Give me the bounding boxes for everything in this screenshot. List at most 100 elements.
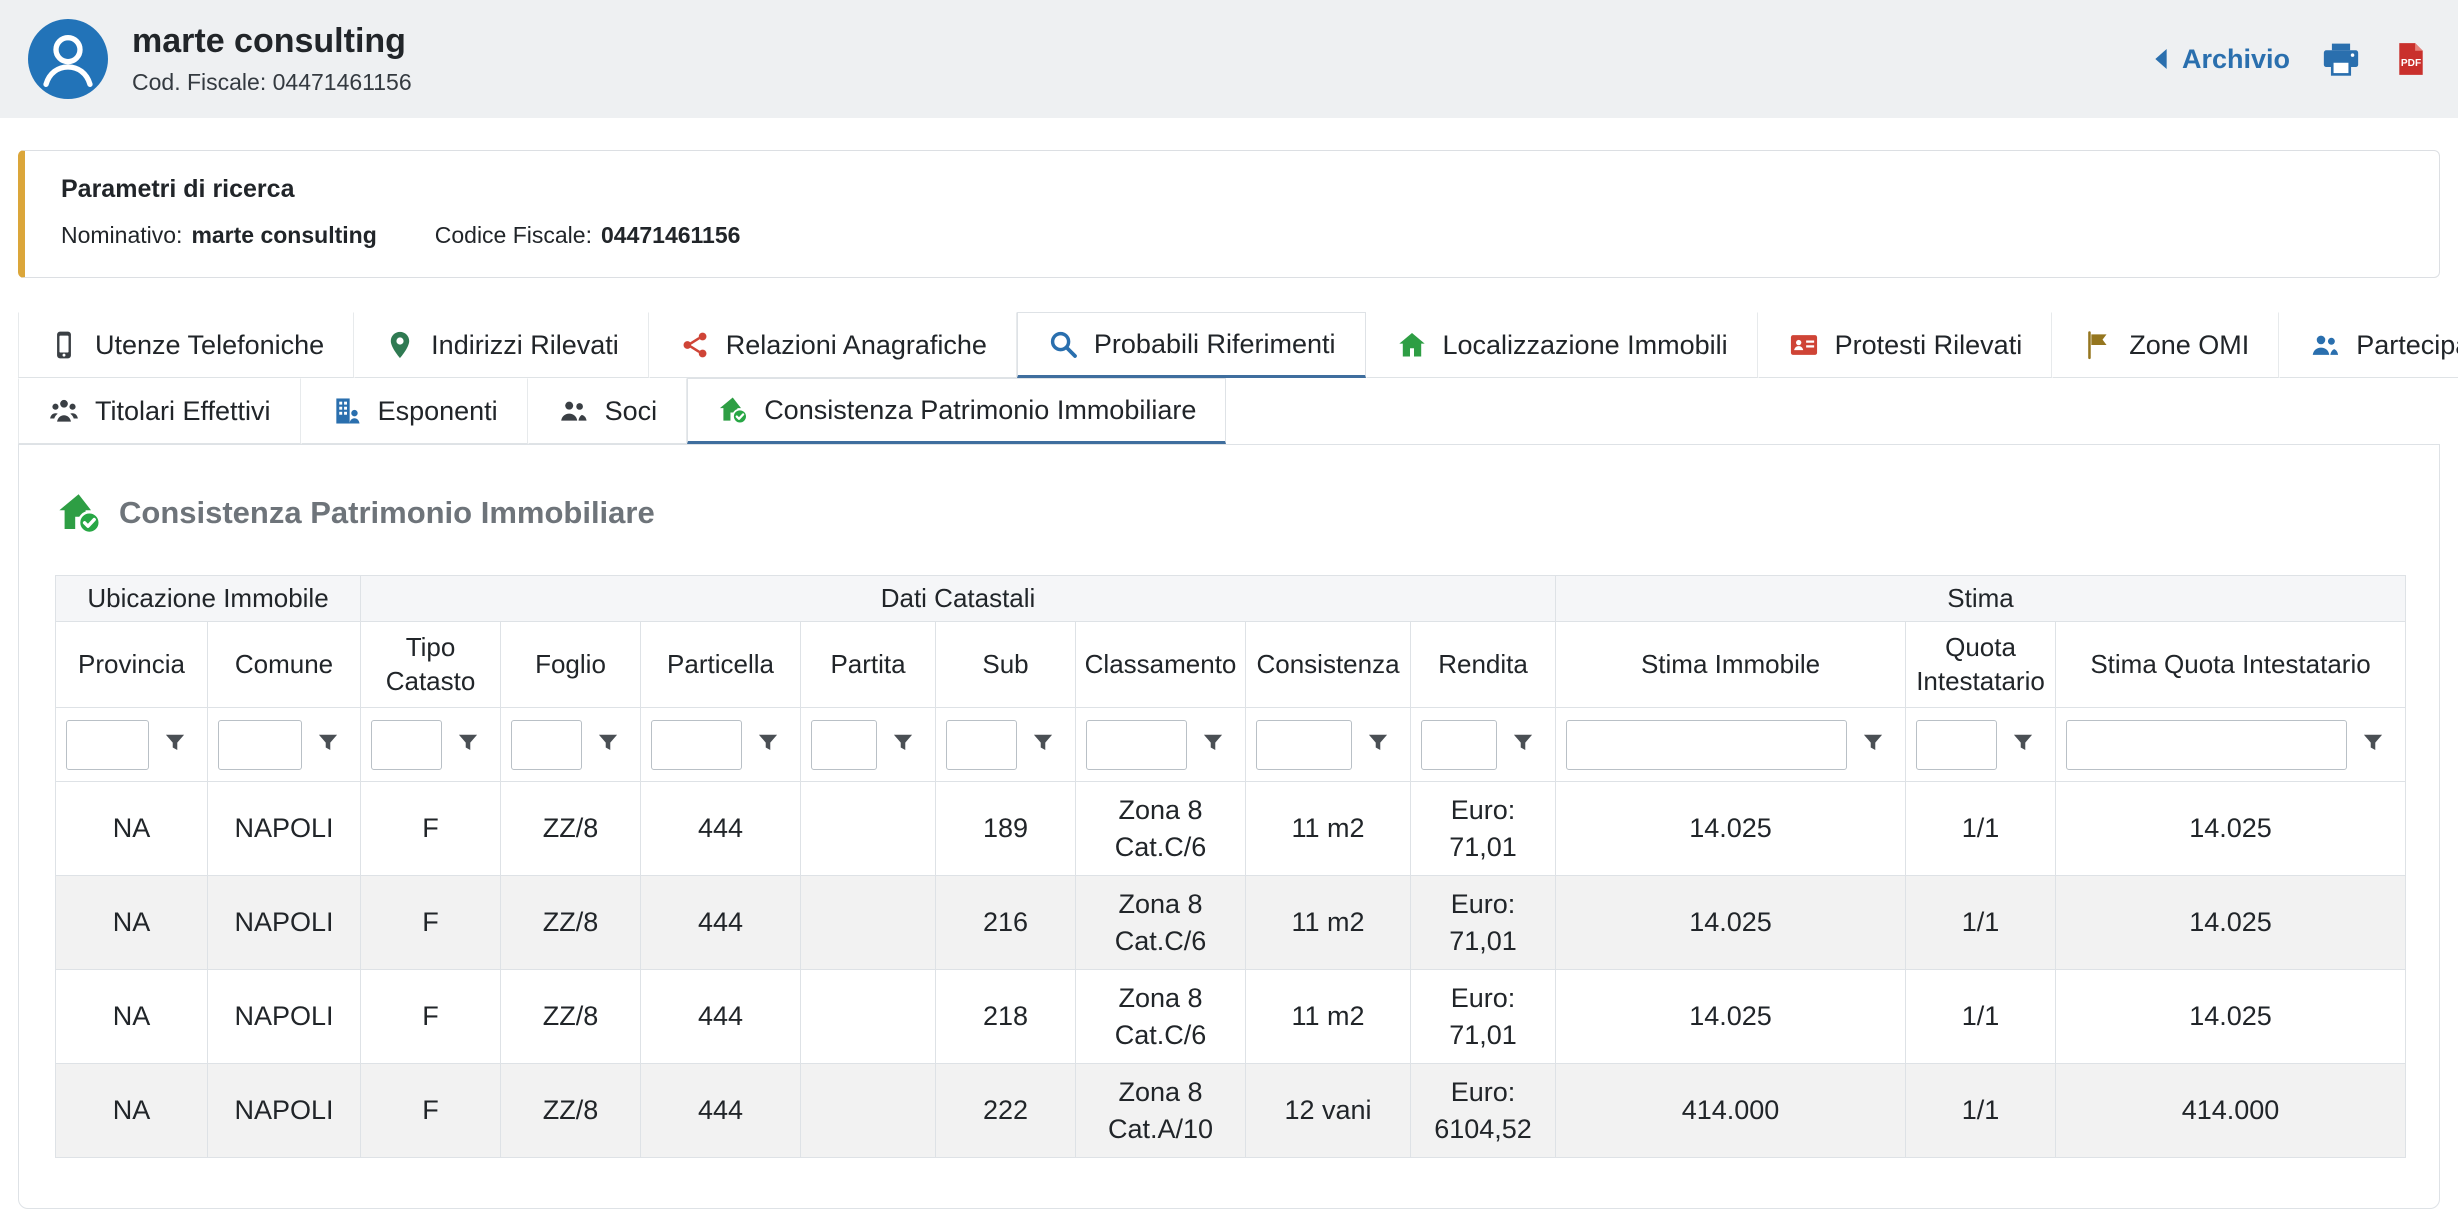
people-group-icon (48, 395, 80, 427)
filter-input-consistenza[interactable] (1256, 720, 1352, 770)
cell-consistenza: 11 m2 (1246, 782, 1411, 876)
filter-button-classamento[interactable] (1191, 720, 1235, 770)
filter-input-stima-quota-intestatario[interactable] (2066, 720, 2347, 770)
cell-tipo-catasto: F (361, 1064, 501, 1158)
col-rendita[interactable]: Rendita (1411, 622, 1556, 708)
cell-tipo-catasto: F (361, 970, 501, 1064)
group-header-row: Ubicazione Immobile Dati Catastali Stima (56, 576, 2406, 622)
cell-partita (801, 1064, 936, 1158)
filter-input-sub[interactable] (946, 720, 1017, 770)
filter-button-stima-immobile[interactable] (1851, 720, 1895, 770)
nominativo-value: marte consulting (191, 222, 376, 249)
page-title: marte consulting (132, 22, 412, 61)
tab-esponenti[interactable]: Esponenti (301, 378, 528, 444)
cell-rendita: Euro: 71,01 (1411, 970, 1556, 1064)
archivio-label: Archivio (2182, 44, 2290, 75)
filter-input-tipo-catasto[interactable] (371, 720, 442, 770)
tab-label: Protesti Rilevati (1835, 330, 2023, 361)
filter-button-sub[interactable] (1021, 720, 1065, 770)
cell-stima-quota-intestatario: 14.025 (2056, 970, 2406, 1064)
col-particella[interactable]: Particella (641, 622, 801, 708)
cell-quota-intestatario: 1/1 (1906, 970, 2056, 1064)
cell-tipo-catasto: F (361, 782, 501, 876)
table-row: NA NAPOLI F ZZ/8 444 218 Zona 8 Cat.C/6 … (56, 970, 2406, 1064)
filter-input-rendita[interactable] (1421, 720, 1497, 770)
cell-rendita: Euro: 6104,52 (1411, 1064, 1556, 1158)
cell-stima-quota-intestatario: 14.025 (2056, 876, 2406, 970)
filter-button-particella[interactable] (746, 720, 790, 770)
cell-stima-immobile: 14.025 (1556, 970, 1906, 1064)
tab-label: Titolari Effettivi (95, 396, 271, 427)
filter-input-foglio[interactable] (511, 720, 582, 770)
pdf-export-button[interactable]: PDF (2392, 40, 2430, 78)
tab-row-1: Utenze Telefoniche Indirizzi Rilevati Re… (18, 312, 2458, 378)
cell-stima-immobile: 14.025 (1556, 876, 1906, 970)
filter-button-tipo-catasto[interactable] (446, 720, 490, 770)
filter-input-provincia[interactable] (66, 720, 149, 770)
cell-comune: NAPOLI (208, 1064, 361, 1158)
tab-localizzazione-immobili[interactable]: Localizzazione Immobili (1366, 312, 1758, 378)
svg-text:PDF: PDF (2401, 58, 2421, 69)
filter-input-particella[interactable] (651, 720, 742, 770)
tab-relazioni-anagrafiche[interactable]: Relazioni Anagrafiche (649, 312, 1017, 378)
tab-consistenza-patrimonio-immobiliare[interactable]: Consistenza Patrimonio Immobiliare (687, 378, 1226, 444)
filter-button-foglio[interactable] (586, 720, 630, 770)
cell-sub: 222 (936, 1064, 1076, 1158)
col-provincia[interactable]: Provincia (56, 622, 208, 708)
cell-partita (801, 876, 936, 970)
col-stima-quota-intestatario[interactable]: Stima Quota Intestatario (2056, 622, 2406, 708)
cell-provincia: NA (56, 1064, 208, 1158)
cell-rendita: Euro: 71,01 (1411, 782, 1556, 876)
filter-input-comune[interactable] (218, 720, 302, 770)
col-stima-immobile[interactable]: Stima Immobile (1556, 622, 1906, 708)
col-consistenza[interactable]: Consistenza (1246, 622, 1411, 708)
filter-button-comune[interactable] (306, 720, 350, 770)
cell-classamento: Zona 8 Cat.C/6 (1076, 876, 1246, 970)
cell-classamento: Zona 8 Cat.A/10 (1076, 1064, 1246, 1158)
cell-quota-intestatario: 1/1 (1906, 782, 2056, 876)
print-button[interactable] (2320, 38, 2362, 80)
tab-indirizzi-rilevati[interactable]: Indirizzi Rilevati (354, 312, 649, 378)
filter-button-rendita[interactable] (1501, 720, 1545, 770)
funnel-icon (1365, 730, 1391, 759)
col-tipo-catasto[interactable]: Tipo Catasto (361, 622, 501, 708)
funnel-icon (162, 730, 188, 759)
filter-input-partita[interactable] (811, 720, 877, 770)
patrimonio-table: Ubicazione Immobile Dati Catastali Stima… (55, 575, 2406, 1158)
filter-input-classamento[interactable] (1086, 720, 1187, 770)
tab-probabili-riferimenti[interactable]: Probabili Riferimenti (1017, 312, 1366, 378)
filter-input-quota-intestatario[interactable] (1916, 720, 1997, 770)
tab-utenze-telefoniche[interactable]: Utenze Telefoniche (18, 312, 354, 378)
funnel-icon (1030, 730, 1056, 759)
filter-button-partita[interactable] (881, 720, 925, 770)
tab-partecipazioni[interactable]: Partecipazioni (2279, 312, 2458, 378)
filter-button-consistenza[interactable] (1356, 720, 1400, 770)
funnel-icon (595, 730, 621, 759)
filter-button-stima-quota-intestatario[interactable] (2351, 720, 2395, 770)
cell-comune: NAPOLI (208, 970, 361, 1064)
filter-button-provincia[interactable] (153, 720, 197, 770)
archivio-link[interactable]: Archivio (2146, 43, 2290, 75)
col-partita[interactable]: Partita (801, 622, 936, 708)
tab-label: Utenze Telefoniche (95, 330, 324, 361)
search-icon (1047, 328, 1079, 360)
tab-zone-omi[interactable]: Zone OMI (2052, 312, 2279, 378)
building-people-icon (331, 395, 363, 427)
col-sub[interactable]: Sub (936, 622, 1076, 708)
codice-fiscale-value: 04471461156 (601, 222, 740, 249)
col-quota-intestatario[interactable]: Quota Intestatario (1906, 622, 2056, 708)
cell-foglio: ZZ/8 (501, 782, 641, 876)
col-foglio[interactable]: Foglio (501, 622, 641, 708)
col-classamento[interactable]: Classamento (1076, 622, 1246, 708)
col-comune[interactable]: Comune (208, 622, 361, 708)
filter-button-quota-intestatario[interactable] (2001, 720, 2045, 770)
funnel-icon (455, 730, 481, 759)
tab-protesti-rilevati[interactable]: Protesti Rilevati (1758, 312, 2053, 378)
cell-quota-intestatario: 1/1 (1906, 1064, 2056, 1158)
funnel-icon (1510, 730, 1536, 759)
filter-input-stima-immobile[interactable] (1566, 720, 1847, 770)
fiscal-code-subtitle: Cod. Fiscale: 04471461156 (132, 69, 412, 96)
tab-titolari-effettivi[interactable]: Titolari Effettivi (18, 378, 301, 444)
tab-soci[interactable]: Soci (528, 378, 688, 444)
nominativo-label: Nominativo: (61, 222, 182, 249)
